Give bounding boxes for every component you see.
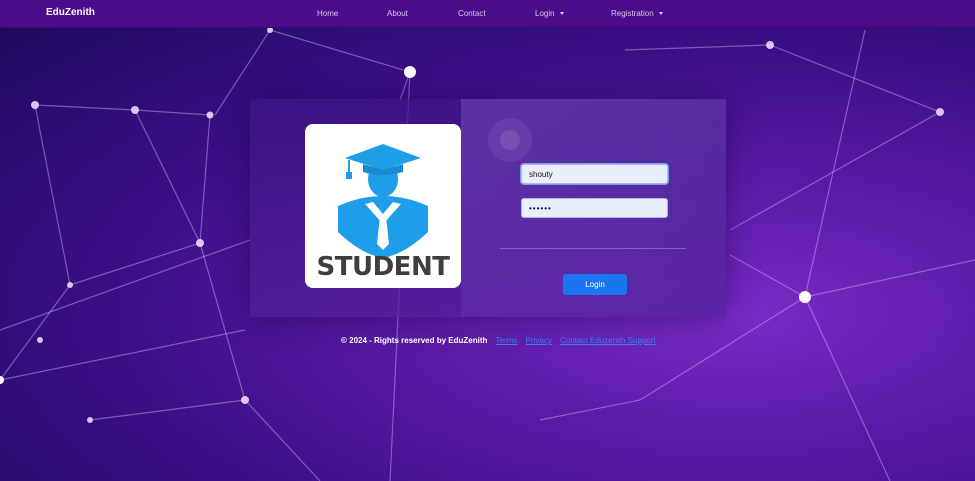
footer-privacy-link[interactable]: Privacy	[526, 336, 552, 345]
login-button[interactable]: Login	[563, 274, 627, 295]
student-logo-text: STUDENT	[316, 252, 450, 282]
footer: © 2024 - Rights reserved by EduZenith Te…	[341, 336, 656, 345]
nav-about[interactable]: About	[387, 9, 408, 18]
footer-support-link[interactable]: Contact Eduzenith Support	[560, 336, 656, 345]
brand-logo-text[interactable]: EduZenith	[46, 7, 95, 18]
nav-registration-dropdown[interactable]: Registration	[611, 9, 663, 18]
student-logo-card: STUDENT	[305, 124, 461, 288]
caret-down-icon	[658, 12, 663, 15]
nav-login-label: Login	[535, 9, 555, 18]
form-divider	[500, 248, 686, 249]
footer-terms-link[interactable]: Terms	[496, 336, 518, 345]
username-input[interactable]	[521, 164, 668, 184]
footer-copyright: © 2024 - Rights reserved by EduZenith	[341, 336, 488, 345]
nav-home[interactable]: Home	[317, 9, 338, 18]
caret-down-icon	[559, 12, 564, 15]
navbar: EduZenith Home About Contact Login Regis…	[0, 0, 975, 28]
nav-registration-label: Registration	[611, 9, 654, 18]
nav-login-dropdown[interactable]: Login	[535, 9, 564, 18]
nav-contact[interactable]: Contact	[458, 9, 486, 18]
password-input[interactable]	[521, 198, 668, 218]
